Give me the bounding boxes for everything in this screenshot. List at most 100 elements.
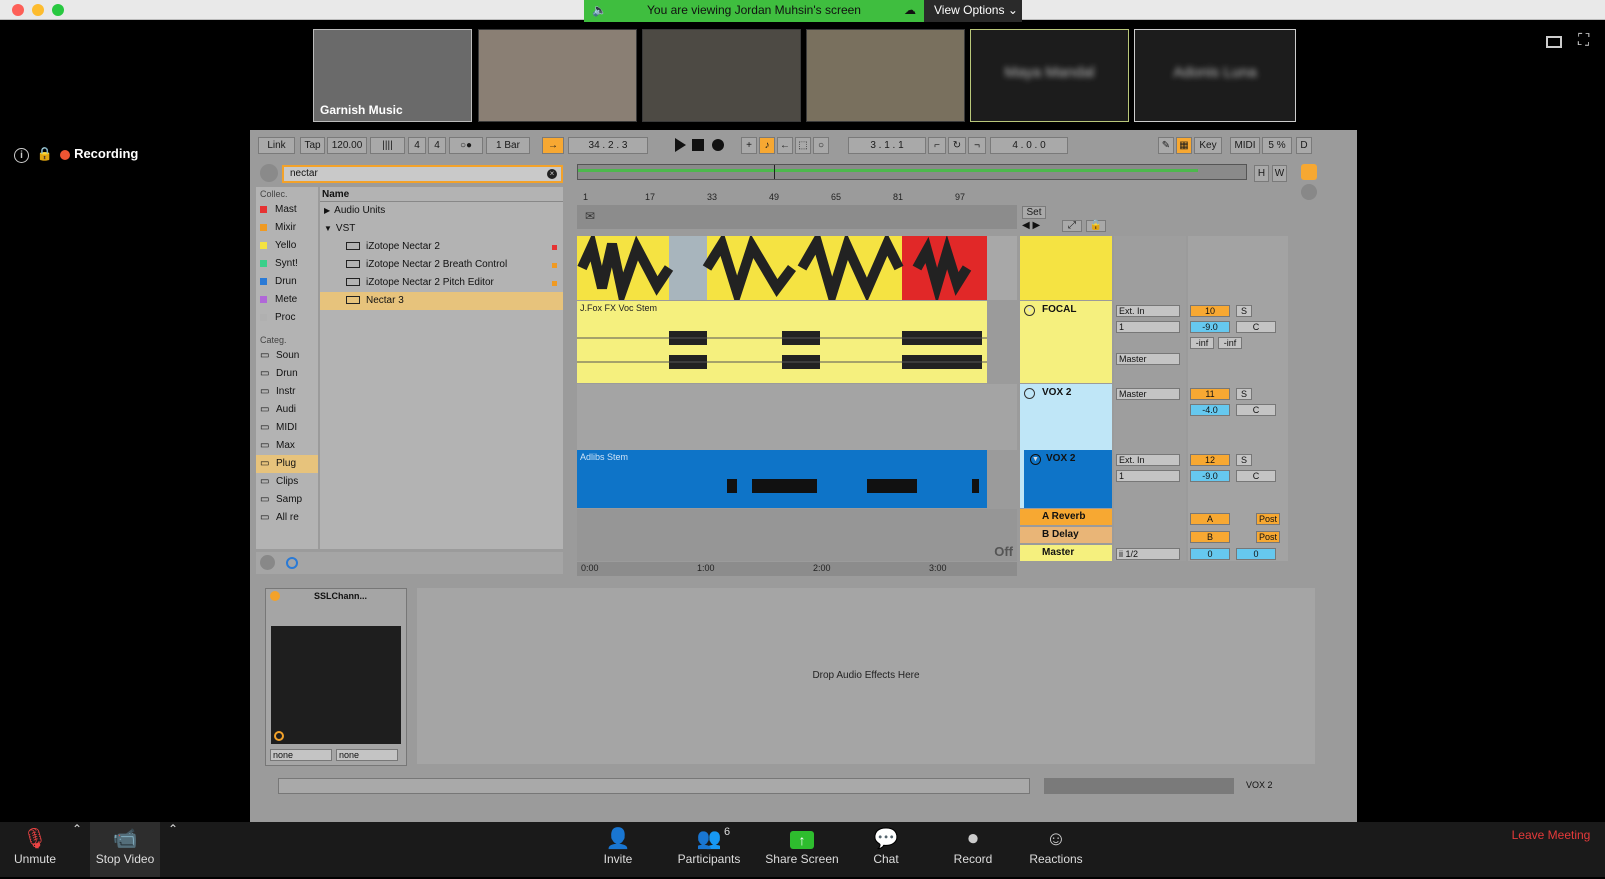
solo-button[interactable]: S — [1236, 454, 1252, 466]
track-header-vox2[interactable]: ▼ VOX 2 — [1020, 450, 1112, 508]
return-header-a[interactable]: A Reverb — [1020, 509, 1112, 525]
lock-envelope-icon[interactable]: 🔒 — [1086, 220, 1106, 232]
overdub-button[interactable]: + — [741, 137, 757, 154]
share-screen-button[interactable]: ↑ Share Screen — [764, 822, 840, 877]
browser-search-input[interactable]: nectar × — [282, 165, 563, 183]
browser-item[interactable]: iZotope Nectar 2 Breath Control — [320, 256, 563, 274]
w-button[interactable]: W — [1272, 165, 1287, 182]
video-tile[interactable]: Adonis Luna — [1134, 29, 1296, 122]
browser-item[interactable]: ▶ Audio Units — [320, 202, 563, 220]
hotswap-icon[interactable] — [286, 557, 298, 569]
key-map-button[interactable]: Key — [1194, 137, 1222, 154]
quantization-select[interactable]: 1 Bar — [486, 137, 530, 154]
category-item[interactable]: ▭ Audi — [256, 401, 318, 419]
close-window-button[interactable] — [12, 4, 24, 16]
group-icon[interactable] — [1024, 388, 1035, 399]
video-tile[interactable] — [642, 29, 801, 122]
clip-lane-3[interactable]: Adlibs Stem — [577, 450, 987, 508]
post-button[interactable]: Post — [1256, 513, 1280, 525]
pan-field[interactable]: C — [1236, 404, 1276, 416]
automation-arm-button[interactable]: ♪ — [759, 137, 775, 154]
loop-start-field[interactable]: 3 . 1 . 1 — [848, 137, 926, 154]
device-drop-area[interactable]: Drop Audio Effects Here — [417, 588, 1315, 764]
reactions-button[interactable]: ☺ Reactions — [1026, 822, 1086, 877]
category-item[interactable]: ▭ Soun — [256, 347, 318, 365]
loop-length-field[interactable]: 4 . 0 . 0 — [990, 137, 1068, 154]
punch-in-button[interactable]: ⌐ — [928, 137, 946, 154]
beat-ruler[interactable]: 1 17 33 49 65 81 97 — [577, 192, 1017, 204]
arrangement-overview[interactable] — [577, 164, 1247, 180]
track-number[interactable]: 10 — [1190, 305, 1230, 317]
clear-search-icon[interactable]: × — [547, 169, 557, 179]
chat-button[interactable]: 💬 Chat — [866, 822, 906, 877]
device-activator-icon[interactable] — [270, 591, 280, 601]
video-tile[interactable]: Garnish Music — [313, 29, 472, 122]
loop-switch[interactable]: ↻ — [948, 137, 966, 154]
device-view-toggle-icon[interactable] — [1301, 184, 1317, 200]
track-header-1[interactable] — [1020, 236, 1112, 300]
leave-meeting-button[interactable]: Leave Meeting — [1505, 824, 1597, 879]
return-header-b[interactable]: B Delay — [1020, 527, 1112, 543]
input-channel-select[interactable]: 1 — [1116, 321, 1180, 333]
category-item[interactable]: ▭ All re — [256, 509, 318, 527]
reenable-automation-button[interactable]: ← — [777, 137, 793, 154]
tempo-field[interactable]: 120.00 — [327, 137, 367, 154]
volume-field[interactable]: -9.0 — [1190, 321, 1230, 333]
signature-denominator[interactable]: 4 — [428, 137, 446, 154]
solo-button[interactable]: S — [1236, 305, 1252, 317]
audio-options-caret[interactable]: ⌃ — [66, 822, 88, 877]
video-options-caret[interactable]: ⌃ — [162, 822, 184, 877]
empty-lane[interactable] — [577, 384, 1017, 450]
follow-button[interactable]: → — [542, 137, 564, 154]
category-item[interactable]: ▭ Max — [256, 437, 318, 455]
return-send-letter[interactable]: A — [1190, 513, 1230, 525]
link-button[interactable]: Link — [258, 137, 295, 154]
category-item[interactable]: ▭ Clips — [256, 473, 318, 491]
nudge-buttons[interactable]: |||| — [370, 137, 405, 154]
fullscreen-icon[interactable]: ⛶ — [1578, 32, 1589, 50]
set-locator-button[interactable]: Set — [1022, 206, 1046, 219]
view-options-button[interactable]: View Options ⌄ — [924, 0, 1022, 22]
video-tile[interactable]: Maya Mandal — [970, 29, 1129, 122]
device-ssl-channel[interactable]: SSLChann... none none — [265, 588, 407, 766]
capture-button[interactable]: ⬚ — [795, 137, 811, 154]
invite-button[interactable]: 👤 Invite — [595, 822, 641, 877]
tap-button[interactable]: Tap — [300, 137, 325, 154]
category-item[interactable]: ▭ Drun — [256, 365, 318, 383]
browser-toggle-icon[interactable] — [260, 164, 278, 182]
h-button[interactable]: H — [1254, 165, 1269, 182]
time-ruler[interactable]: 0:00 1:00 2:00 3:00 — [577, 562, 1017, 576]
collection-item[interactable]: Proc — [256, 309, 318, 327]
browser-item[interactable]: iZotope Nectar 2 Pitch Editor — [320, 274, 563, 292]
draw-mode-icon[interactable]: ✎ — [1158, 137, 1174, 154]
participants-button[interactable]: 👥 Participants 6 — [674, 822, 744, 877]
track-header-focal[interactable]: ▼ FOCAL — [1020, 301, 1112, 383]
category-item[interactable]: ▭ Instr — [256, 383, 318, 401]
browser-item[interactable]: Nectar 3 — [320, 292, 563, 310]
clip-lane-1[interactable] — [577, 229, 987, 312]
info-icon[interactable]: i — [14, 148, 29, 163]
video-tile[interactable] — [806, 29, 965, 122]
collection-item[interactable]: Yello — [256, 237, 318, 255]
track-number[interactable]: 11 — [1190, 388, 1230, 400]
collection-item[interactable]: Mixir — [256, 219, 318, 237]
volume-field[interactable]: -9.0 — [1190, 470, 1230, 482]
record-button[interactable]: ⏺ Record — [948, 822, 998, 877]
midi-map-button[interactable]: MIDI — [1230, 137, 1260, 154]
name-column-header[interactable]: Name — [320, 187, 563, 202]
fold-arrow-icon[interactable]: ▼ — [1024, 305, 1035, 316]
master-volume-field[interactable]: 0 — [1190, 548, 1230, 560]
minimize-window-button[interactable] — [32, 4, 44, 16]
track-header-vox2-group[interactable]: VOX 2 — [1020, 384, 1112, 450]
punch-out-button[interactable]: ¬ — [968, 137, 986, 154]
clip-view-toggle-icon[interactable] — [1301, 164, 1317, 180]
master-header[interactable]: Master — [1020, 545, 1112, 561]
solo-button[interactable]: S — [1236, 388, 1252, 400]
browser-item[interactable]: iZotope Nectar 2 — [320, 238, 563, 256]
record-icon[interactable] — [712, 139, 724, 151]
output-select[interactable]: Master — [1116, 388, 1180, 400]
follow-arrow-icon[interactable]: ⤢ — [1062, 220, 1082, 232]
position-field[interactable]: 34 . 2 . 3 — [568, 137, 648, 154]
gallery-view-icon[interactable] — [1546, 36, 1562, 48]
master-output-select[interactable]: ii 1/2 — [1116, 548, 1180, 560]
